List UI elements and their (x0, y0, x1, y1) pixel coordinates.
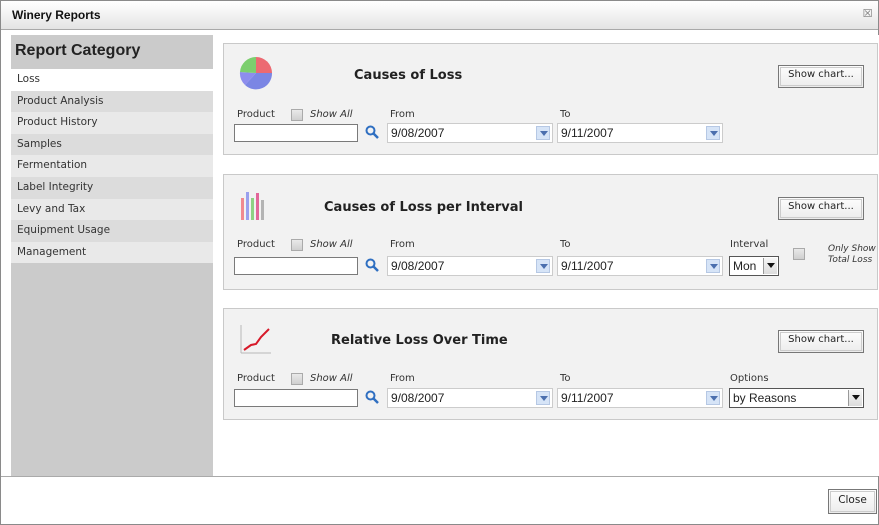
from-label: From (390, 239, 415, 250)
options-label: Options (730, 373, 769, 384)
only-show-total-loss-checkbox[interactable] (793, 248, 805, 260)
chevron-down-icon[interactable] (536, 126, 550, 140)
sidebar-item-product-history[interactable]: Product History (11, 112, 213, 134)
dialog-footer: Close (1, 476, 878, 524)
to-date-value: 9/11/2007 (561, 259, 614, 273)
product-input[interactable] (234, 389, 358, 407)
chevron-down-icon[interactable] (848, 390, 862, 406)
to-date-field[interactable]: 9/11/2007 (557, 256, 723, 276)
sidebar-heading: Report Category (15, 42, 141, 59)
options-select[interactable]: by Reasons (729, 388, 864, 408)
report-panel-relative-loss-over-time: Relative Loss Over Time Show chart... Pr… (223, 308, 878, 420)
to-label: To (560, 239, 571, 250)
window-title: Winery Reports (12, 8, 101, 22)
to-date-field[interactable]: 9/11/2007 (557, 123, 723, 143)
from-date-field[interactable]: 9/08/2007 (387, 123, 553, 143)
show-chart-button[interactable]: Show chart... (778, 65, 864, 88)
show-all-checkbox[interactable] (291, 109, 303, 121)
sidebar-item-equipment-usage[interactable]: Equipment Usage (11, 220, 213, 242)
from-label: From (390, 373, 415, 384)
show-all-label: Show All (310, 239, 353, 250)
show-chart-button[interactable]: Show chart... (778, 330, 864, 353)
search-icon[interactable] (364, 389, 380, 405)
chevron-down-icon[interactable] (536, 259, 550, 273)
report-content: Causes of Loss Show chart... Product Sho… (213, 35, 879, 476)
report-title: Relative Loss Over Time (331, 333, 508, 348)
options-value: by Reasons (733, 391, 797, 405)
report-category-sidebar: Report Category Loss Product Analysis Pr… (11, 35, 213, 476)
interval-value: Mon (733, 259, 757, 273)
report-panel-causes-of-loss: Causes of Loss Show chart... Product Sho… (223, 43, 878, 155)
title-bar: Winery Reports ☒ (1, 1, 878, 30)
sidebar-item-samples[interactable]: Samples (11, 133, 213, 156)
from-date-value: 9/08/2007 (391, 259, 445, 273)
close-button[interactable]: Close (828, 489, 877, 514)
from-date-value: 9/08/2007 (391, 126, 445, 140)
chevron-down-icon[interactable] (706, 126, 720, 140)
show-chart-button[interactable]: Show chart... (778, 197, 864, 220)
winery-reports-window: Winery Reports ☒ Report Category Loss Pr… (0, 0, 879, 525)
product-input[interactable] (234, 257, 358, 275)
sidebar-item-product-analysis[interactable]: Product Analysis (11, 90, 213, 113)
product-label: Product (237, 239, 275, 250)
chevron-down-icon[interactable] (706, 391, 720, 405)
from-date-field[interactable]: 9/08/2007 (387, 256, 553, 276)
interval-select[interactable]: Mon (729, 256, 779, 276)
sidebar-item-fermentation[interactable]: Fermentation (11, 155, 213, 177)
chevron-down-icon[interactable] (763, 258, 777, 274)
report-title: Causes of Loss per Interval (324, 200, 524, 215)
sidebar-item-management[interactable]: Management (11, 241, 213, 264)
product-label: Product (237, 373, 275, 384)
bar-chart-icon (241, 192, 264, 220)
to-date-value: 9/11/2007 (561, 391, 614, 405)
sidebar-item-loss[interactable]: Loss (11, 69, 213, 91)
show-all-label: Show All (310, 109, 353, 120)
chevron-down-icon[interactable] (536, 391, 550, 405)
line-chart-icon (240, 325, 271, 354)
report-panel-causes-of-loss-per-interval: Causes of Loss per Interval Show chart..… (223, 174, 878, 290)
to-label: To (560, 109, 571, 120)
from-date-value: 9/08/2007 (391, 391, 445, 405)
search-icon[interactable] (364, 257, 380, 273)
from-label: From (390, 109, 415, 120)
product-label: Product (237, 109, 275, 120)
only-show-label: Only Show (828, 244, 876, 254)
search-icon[interactable] (364, 124, 380, 140)
show-all-checkbox[interactable] (291, 239, 303, 251)
to-label: To (560, 373, 571, 384)
interval-label: Interval (730, 239, 769, 250)
window-close-icon[interactable]: ☒ (861, 8, 874, 21)
sidebar-item-levy-and-tax[interactable]: Levy and Tax (11, 198, 213, 221)
show-all-checkbox[interactable] (291, 373, 303, 385)
from-date-field[interactable]: 9/08/2007 (387, 388, 553, 408)
show-all-label: Show All (310, 373, 353, 384)
sidebar-item-label-integrity[interactable]: Label Integrity (11, 176, 213, 199)
to-date-field[interactable]: 9/11/2007 (557, 388, 723, 408)
product-input[interactable] (234, 124, 358, 142)
chevron-down-icon[interactable] (706, 259, 720, 273)
total-loss-label: Total Loss (828, 255, 873, 265)
report-title: Causes of Loss (354, 68, 463, 83)
to-date-value: 9/11/2007 (561, 126, 614, 140)
pie-chart-icon (239, 56, 273, 90)
